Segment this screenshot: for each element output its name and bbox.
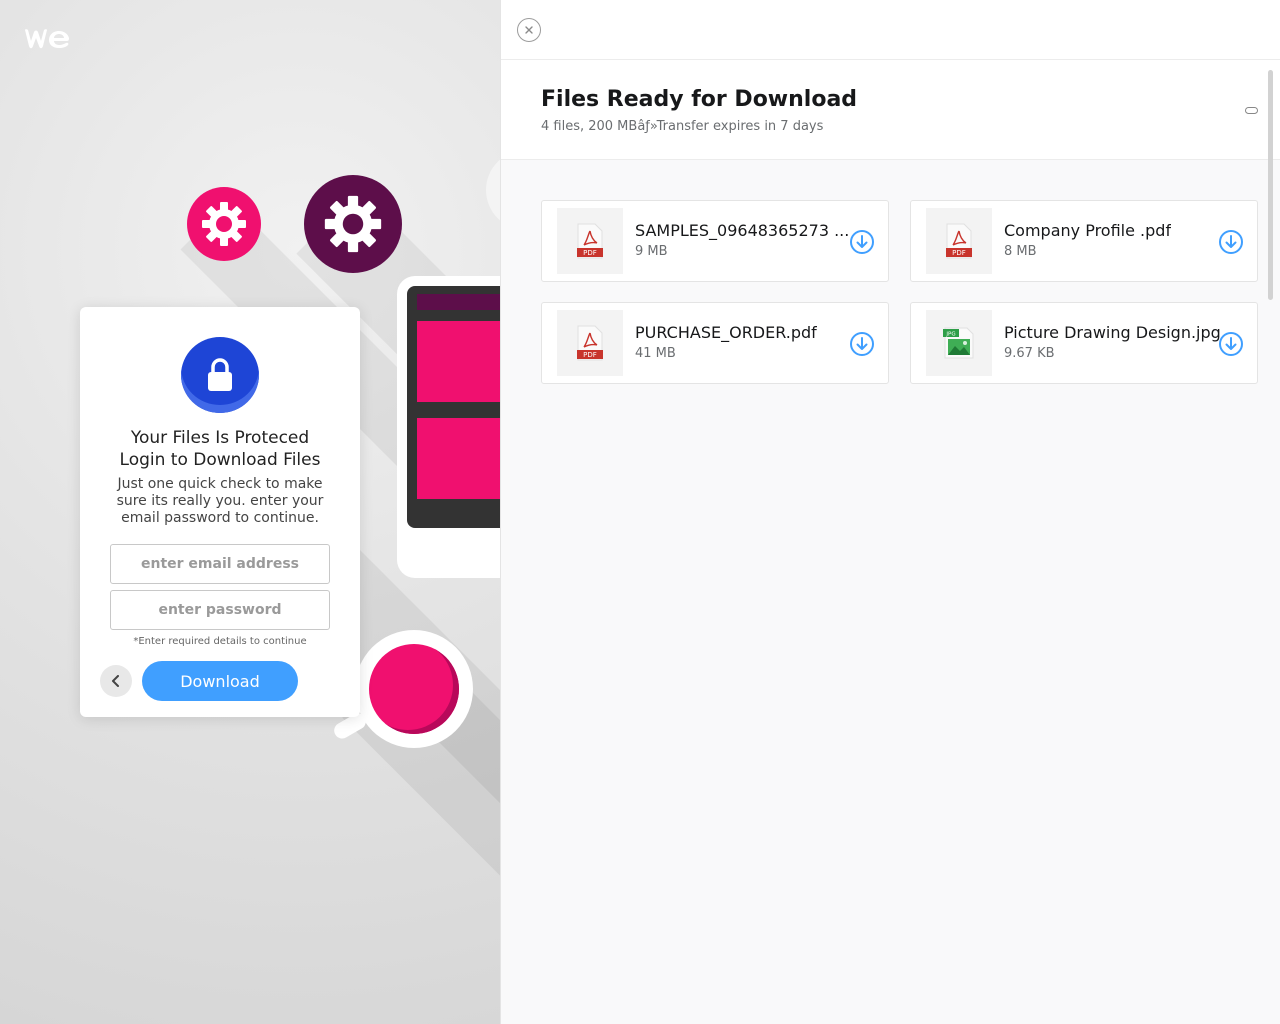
file-name: Picture Drawing Design.jpg bbox=[1004, 323, 1221, 342]
jpg-file-icon: JPG bbox=[926, 310, 992, 376]
tablet-header-bar bbox=[417, 294, 500, 310]
file-item[interactable]: PDF PURCHASE_ORDER.pdf 41 MB bbox=[541, 302, 889, 384]
tablet-tile bbox=[417, 418, 500, 499]
purple-gear-decoration bbox=[304, 175, 402, 273]
file-name: Company Profile .pdf bbox=[1004, 221, 1172, 240]
background-illustration: Your Files Is Proteced Login to Download… bbox=[0, 0, 500, 1024]
download-button[interactable]: Download bbox=[142, 661, 298, 701]
file-size: 9 MB bbox=[635, 244, 668, 259]
file-item[interactable]: PDF Company Profile .pdf 8 MB bbox=[910, 200, 1258, 282]
pdf-file-icon: PDF bbox=[557, 310, 623, 376]
close-button[interactable] bbox=[517, 18, 541, 42]
file-size: 41 MB bbox=[635, 346, 676, 361]
svg-text:PDF: PDF bbox=[583, 351, 597, 359]
close-icon bbox=[525, 26, 533, 34]
download-icon[interactable] bbox=[849, 331, 875, 357]
panel-header: Files Ready for Download 4 files, 200 MB… bbox=[501, 60, 1280, 160]
login-card: Your Files Is Proteced Login to Download… bbox=[80, 307, 360, 717]
file-size: 8 MB bbox=[1004, 244, 1037, 259]
pdf-file-icon: PDF bbox=[926, 208, 992, 274]
tablet-tile bbox=[417, 321, 500, 402]
scrollbar[interactable] bbox=[1268, 70, 1273, 300]
file-item[interactable]: PDF SAMPLES_09648365273 ... 9 MB bbox=[541, 200, 889, 282]
lock-icon bbox=[181, 337, 259, 413]
svg-text:PDF: PDF bbox=[952, 249, 966, 257]
cup-contents bbox=[369, 644, 459, 734]
pdf-file-icon: PDF bbox=[557, 208, 623, 274]
file-name: PURCHASE_ORDER.pdf bbox=[635, 323, 817, 342]
gear-icon bbox=[324, 195, 382, 253]
transfer-meta: 4 files, 200 MBâƒ»Transfer expires in 7 … bbox=[541, 119, 824, 134]
login-title-line1: Your Files Is Proteced bbox=[130, 428, 310, 448]
panel-topbar bbox=[501, 0, 1280, 60]
download-icon[interactable] bbox=[1218, 229, 1244, 255]
gear-icon bbox=[202, 202, 246, 246]
password-input[interactable] bbox=[110, 590, 330, 630]
back-button[interactable] bbox=[100, 665, 132, 697]
login-title: Your Files Is Proteced Login to Download… bbox=[80, 427, 360, 471]
tablet-illustration bbox=[397, 276, 500, 578]
login-title-line2: Login to Download Files bbox=[119, 450, 321, 470]
file-item[interactable]: JPG Picture Drawing Design.jpg 9.67 KB bbox=[910, 302, 1258, 384]
required-hint: *Enter required details to continue bbox=[133, 636, 307, 647]
collapse-toggle[interactable] bbox=[1245, 107, 1258, 114]
wetransfer-logo[interactable] bbox=[23, 27, 71, 55]
email-input[interactable] bbox=[110, 544, 330, 584]
files-panel: Files Ready for Download 4 files, 200 MB… bbox=[500, 0, 1280, 1024]
panel-title: Files Ready for Download bbox=[541, 87, 858, 112]
download-icon[interactable] bbox=[849, 229, 875, 255]
download-icon[interactable] bbox=[1218, 331, 1244, 357]
coffee-cup-illustration bbox=[355, 630, 473, 748]
login-subtitle: Just one quick check to make sure its re… bbox=[116, 476, 324, 526]
svg-text:JPG: JPG bbox=[945, 332, 955, 338]
svg-text:PDF: PDF bbox=[583, 249, 597, 257]
decorative-half-circle bbox=[486, 150, 500, 230]
file-size: 9.67 KB bbox=[1004, 346, 1055, 361]
chevron-left-icon bbox=[112, 675, 119, 687]
file-name: SAMPLES_09648365273 ... bbox=[635, 221, 850, 240]
pink-gear-decoration bbox=[187, 187, 261, 261]
